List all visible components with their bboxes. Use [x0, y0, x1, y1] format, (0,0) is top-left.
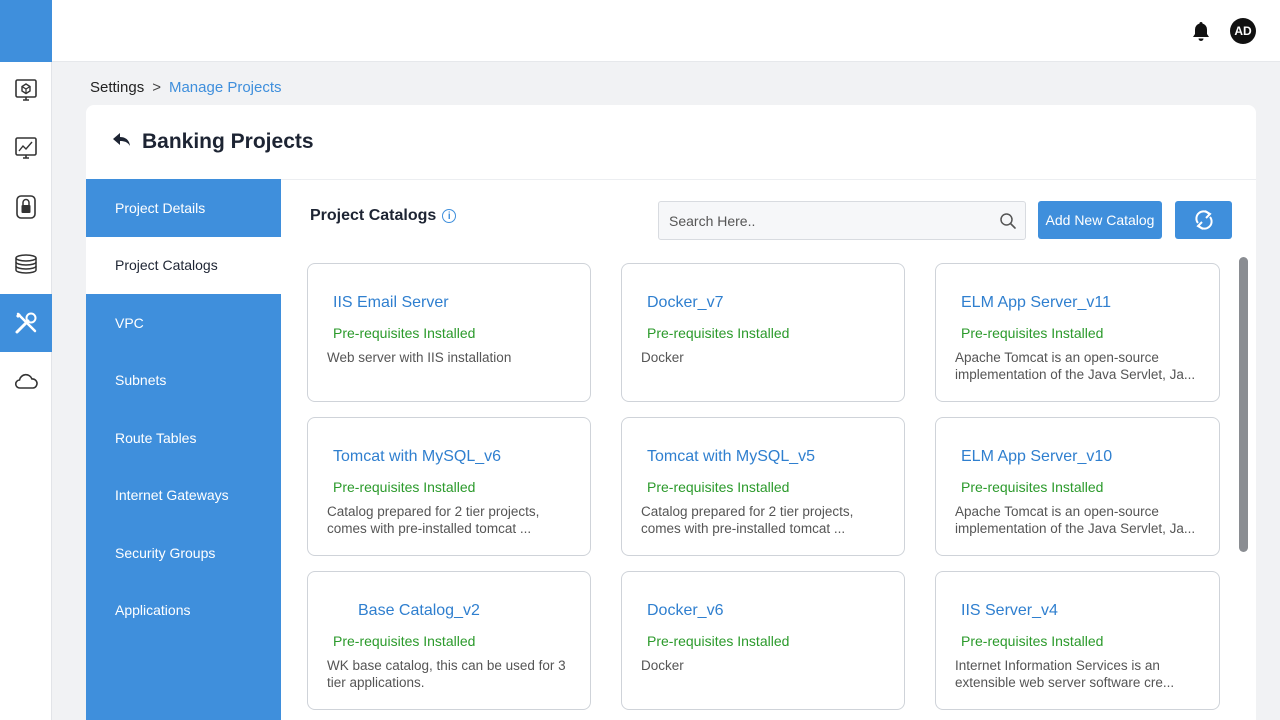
back-arrow-icon — [113, 132, 130, 146]
catalog-card-description: Docker — [641, 658, 684, 673]
catalog-card-description: Docker — [641, 350, 684, 365]
catalog-card[interactable]: Base Catalog_v2 Pre-requisites Installed… — [307, 571, 591, 710]
app-logo-block[interactable] — [0, 0, 52, 62]
left-icon-rail — [0, 0, 52, 720]
catalog-card-title[interactable]: ELM App Server_v10 — [961, 448, 1112, 466]
monitor-box-icon — [15, 79, 37, 101]
rail-item-monitor[interactable] — [0, 62, 52, 120]
side-nav-subnets[interactable]: Subnets — [86, 352, 281, 410]
catalog-card-description: WK base catalog, this can be used for 3 … — [327, 658, 566, 690]
catalog-card-status: Pre-requisites Installed — [647, 633, 790, 649]
bell-icon — [1193, 22, 1209, 41]
side-nav-security-groups[interactable]: Security Groups — [86, 524, 281, 582]
catalog-grid: IIS Email Server Pre-requisites Installe… — [307, 263, 1220, 710]
rail-item-analytics[interactable] — [0, 120, 52, 178]
tools-icon — [15, 312, 37, 334]
side-nav-applications[interactable]: Applications — [86, 582, 281, 640]
section-title: Project Catalogs i — [310, 207, 457, 225]
catalog-card-description: Web server with IIS installation — [327, 350, 512, 365]
catalog-card[interactable]: Docker_v6 Pre-requisites Installed Docke… — [621, 571, 905, 710]
notification-bell-button[interactable] — [1190, 20, 1212, 42]
catalog-card-description: Catalog prepared for 2 tier projects, co… — [327, 504, 540, 536]
section-title-text: Project Catalogs — [310, 207, 437, 224]
catalog-card[interactable]: Docker_v7 Pre-requisites Installed Docke… — [621, 263, 905, 402]
catalog-card-status: Pre-requisites Installed — [647, 325, 790, 341]
catalog-card-title[interactable]: IIS Server_v4 — [961, 602, 1058, 620]
content-scrollbar[interactable] — [1239, 257, 1248, 552]
rail-item-cloud[interactable] — [0, 352, 52, 410]
side-nav-project-details[interactable]: Project Details — [86, 179, 281, 237]
rail-item-billing[interactable] — [0, 236, 52, 294]
chart-monitor-icon — [15, 137, 37, 159]
side-nav-route-tables[interactable]: Route Tables — [86, 409, 281, 467]
catalog-card[interactable]: IIS Server_v4 Pre-requisites Installed I… — [935, 571, 1220, 710]
catalog-card[interactable]: Tomcat with MySQL_v5 Pre-requisites Inst… — [621, 417, 905, 556]
search-input[interactable] — [659, 202, 979, 239]
catalogs-content: Project Catalogs i Add New Catalog IIS E… — [281, 179, 1256, 720]
breadcrumb: Settings > Manage Projects — [90, 79, 282, 96]
catalog-card-title[interactable]: ELM App Server_v11 — [961, 294, 1111, 312]
catalog-card-status: Pre-requisites Installed — [333, 325, 476, 341]
cloud-icon — [14, 373, 38, 389]
user-avatar[interactable]: AD — [1230, 18, 1256, 44]
side-nav-vpc[interactable]: VPC — [86, 294, 281, 352]
project-side-nav: Project Details Project Catalogs VPC Sub… — [86, 179, 281, 720]
catalog-card-status: Pre-requisites Installed — [333, 633, 476, 649]
catalog-card-status: Pre-requisites Installed — [961, 325, 1104, 341]
side-nav-project-catalogs[interactable]: Project Catalogs — [86, 236, 281, 294]
catalog-card-title[interactable]: Docker_v7 — [647, 294, 723, 312]
catalog-card-title[interactable]: IIS Email Server — [333, 294, 449, 312]
catalog-card-status: Pre-requisites Installed — [961, 479, 1104, 495]
catalog-card-title[interactable]: Docker_v6 — [647, 602, 723, 620]
catalog-card[interactable]: IIS Email Server Pre-requisites Installe… — [307, 263, 591, 402]
info-icon[interactable]: i — [442, 209, 457, 223]
side-nav-internet-gateways[interactable]: Internet Gateways — [86, 467, 281, 525]
catalog-card-title[interactable]: Tomcat with MySQL_v5 — [647, 448, 815, 466]
catalog-card-title[interactable]: Tomcat with MySQL_v6 — [333, 448, 501, 466]
catalog-card[interactable]: ELM App Server_v11 Pre-requisites Instal… — [935, 263, 1220, 402]
lock-device-icon — [16, 195, 36, 219]
catalog-card[interactable]: ELM App Server_v10 Pre-requisites Instal… — [935, 417, 1220, 556]
project-panel: Banking Projects Project Details Project… — [86, 105, 1256, 720]
catalog-card-status: Pre-requisites Installed — [647, 479, 790, 495]
coins-stack-icon — [15, 254, 37, 274]
rail-item-security[interactable] — [0, 178, 52, 236]
refresh-button[interactable] — [1175, 201, 1232, 239]
search-box — [658, 201, 1026, 240]
refresh-icon — [1194, 210, 1213, 230]
back-arrow-button[interactable] — [112, 132, 132, 153]
catalog-card-description: Catalog prepared for 2 tier projects, co… — [641, 504, 854, 536]
add-new-catalog-button[interactable]: Add New Catalog — [1038, 201, 1162, 239]
catalog-card-status: Pre-requisites Installed — [333, 479, 476, 495]
search-icon[interactable] — [999, 212, 1017, 230]
breadcrumb-separator: > — [152, 79, 161, 96]
catalog-card[interactable]: Tomcat with MySQL_v6 Pre-requisites Inst… — [307, 417, 591, 556]
catalog-card-description: Apache Tomcat is an open-source implemen… — [955, 504, 1196, 536]
page-title: Banking Projects — [142, 130, 314, 153]
catalog-card-description: Internet Information Services is an exte… — [955, 658, 1175, 690]
catalog-card-title[interactable]: Base Catalog_v2 — [358, 602, 480, 620]
breadcrumb-current[interactable]: Manage Projects — [169, 79, 282, 96]
top-bar: AD — [52, 0, 1280, 62]
panel-header: Banking Projects — [86, 105, 1256, 180]
rail-item-settings[interactable] — [0, 294, 52, 352]
breadcrumb-settings-link[interactable]: Settings — [90, 79, 144, 96]
catalog-card-description: Apache Tomcat is an open-source implemen… — [955, 350, 1196, 382]
catalog-card-status: Pre-requisites Installed — [961, 633, 1104, 649]
